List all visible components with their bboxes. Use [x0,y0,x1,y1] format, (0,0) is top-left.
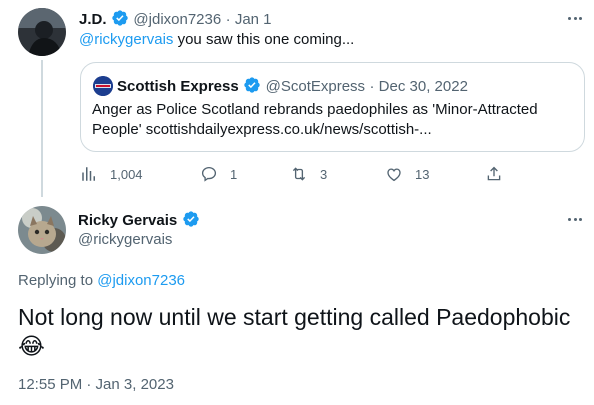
author-name[interactable]: J.D. [79,11,107,28]
tweet-timestamp[interactable]: 12:55 PM · Jan 3, 2023 [18,376,174,393]
main-tweet-text: Not long now until we start getting call… [18,303,588,361]
heart-icon [387,168,401,182]
reply-count: 1 [230,166,238,182]
mention-link[interactable]: @rickygervais [79,31,173,48]
tweet-date[interactable]: · Jan 1 [226,11,272,28]
quote-text-line2: People' scottishdailyexpress.co.uk/news/… [92,121,432,138]
author-name[interactable]: Ricky Gervais [78,212,177,229]
views-count: 1,004 [110,166,143,182]
quote-text: Anger as Police Scotland rebrands paedop… [92,100,538,140]
quote-author-handle: @ScotExpress [265,78,366,95]
share-icon [487,166,501,181]
thread-line [41,60,43,197]
retweet-icon [292,167,306,181]
reply-tweet-text: @rickygervais you saw this one coming... [79,31,354,48]
replying-to-label: Replying to [18,272,98,289]
retweet-count: 3 [320,166,328,182]
author-handle[interactable]: @rickygervais [78,231,172,248]
quote-tweet-card[interactable]: Scottish Express @ScotExpress · Dec 30, … [80,62,585,152]
retweet-action[interactable]: 3 [290,165,327,183]
main-tweet-name-row: Ricky Gervais [78,210,200,230]
verified-badge-icon [182,210,200,228]
replying-to: Replying to @jdixon7236 [18,272,185,289]
avatar-jd[interactable] [18,8,66,56]
tweet-body: you saw this one coming... [173,31,355,48]
reply-tweet-header: J.D. @jdixon7236 · Jan 1 [79,9,272,29]
avatar-scottish-express [93,76,113,96]
verified-badge-icon [243,76,261,94]
like-action[interactable]: 13 [385,165,429,183]
author-handle[interactable]: @jdixon7236 [133,11,221,28]
reply-action[interactable]: 1 [200,165,237,183]
like-count: 13 [415,166,430,182]
quote-date: · Dec 30, 2022 [369,78,468,95]
verified-badge-icon [111,9,129,27]
share-action[interactable] [485,165,503,183]
reply-icon [201,166,217,182]
quote-text-line1: Anger as Police Scotland rebrands paedop… [92,101,538,118]
avatar-ricky-gervais[interactable] [18,206,66,254]
quote-author-name: Scottish Express [117,78,239,95]
quote-header: Scottish Express @ScotExpress · Dec 30, … [117,76,468,96]
views-icon [82,167,95,181]
tweet-body: Not long now until we start getting call… [18,304,571,330]
more-options-icon[interactable] [563,8,587,28]
replying-to-handle[interactable]: @jdixon7236 [97,272,185,289]
more-options-icon[interactable] [563,209,587,229]
views-action[interactable]: 1,004 [80,165,143,183]
laughing-emoji-icon: 😂 [18,333,45,359]
